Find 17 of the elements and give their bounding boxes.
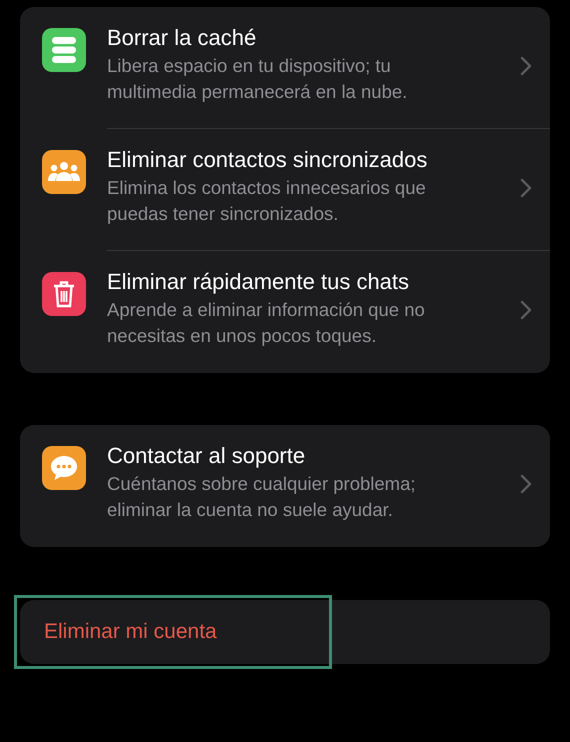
item-description: Elimina los contactos innecesarios que puedas tener sincronizados. [107,176,427,226]
people-icon [48,161,80,183]
item-title[interactable]: Borrar la caché [107,24,520,52]
chevron-icon [520,178,532,198]
chat-icon [49,454,79,482]
item-description: Cuéntanos sobre cualquier problema; eliminar la cuenta no suele ayudar. [107,472,417,522]
item-description: Aprende a eliminar información que no necesitas en unos pocos toques. [107,298,426,348]
item-title[interactable]: Eliminar rápidamente tus chats [107,268,520,296]
item-title[interactable]: Eliminar contactos sincronizados [107,146,520,174]
item-title[interactable]: Contactar al soporte [107,442,520,470]
database-icon [51,36,77,64]
item-description: Libera espacio en tu dispositivo; tu multimedia permanecerá en la nube. [107,54,408,104]
chevron-icon [520,56,532,76]
chevron-icon [520,474,532,494]
trash-icon [53,280,75,308]
chevron-icon [520,300,532,320]
delete-account-button[interactable]: Eliminar mi cuenta [20,600,550,664]
